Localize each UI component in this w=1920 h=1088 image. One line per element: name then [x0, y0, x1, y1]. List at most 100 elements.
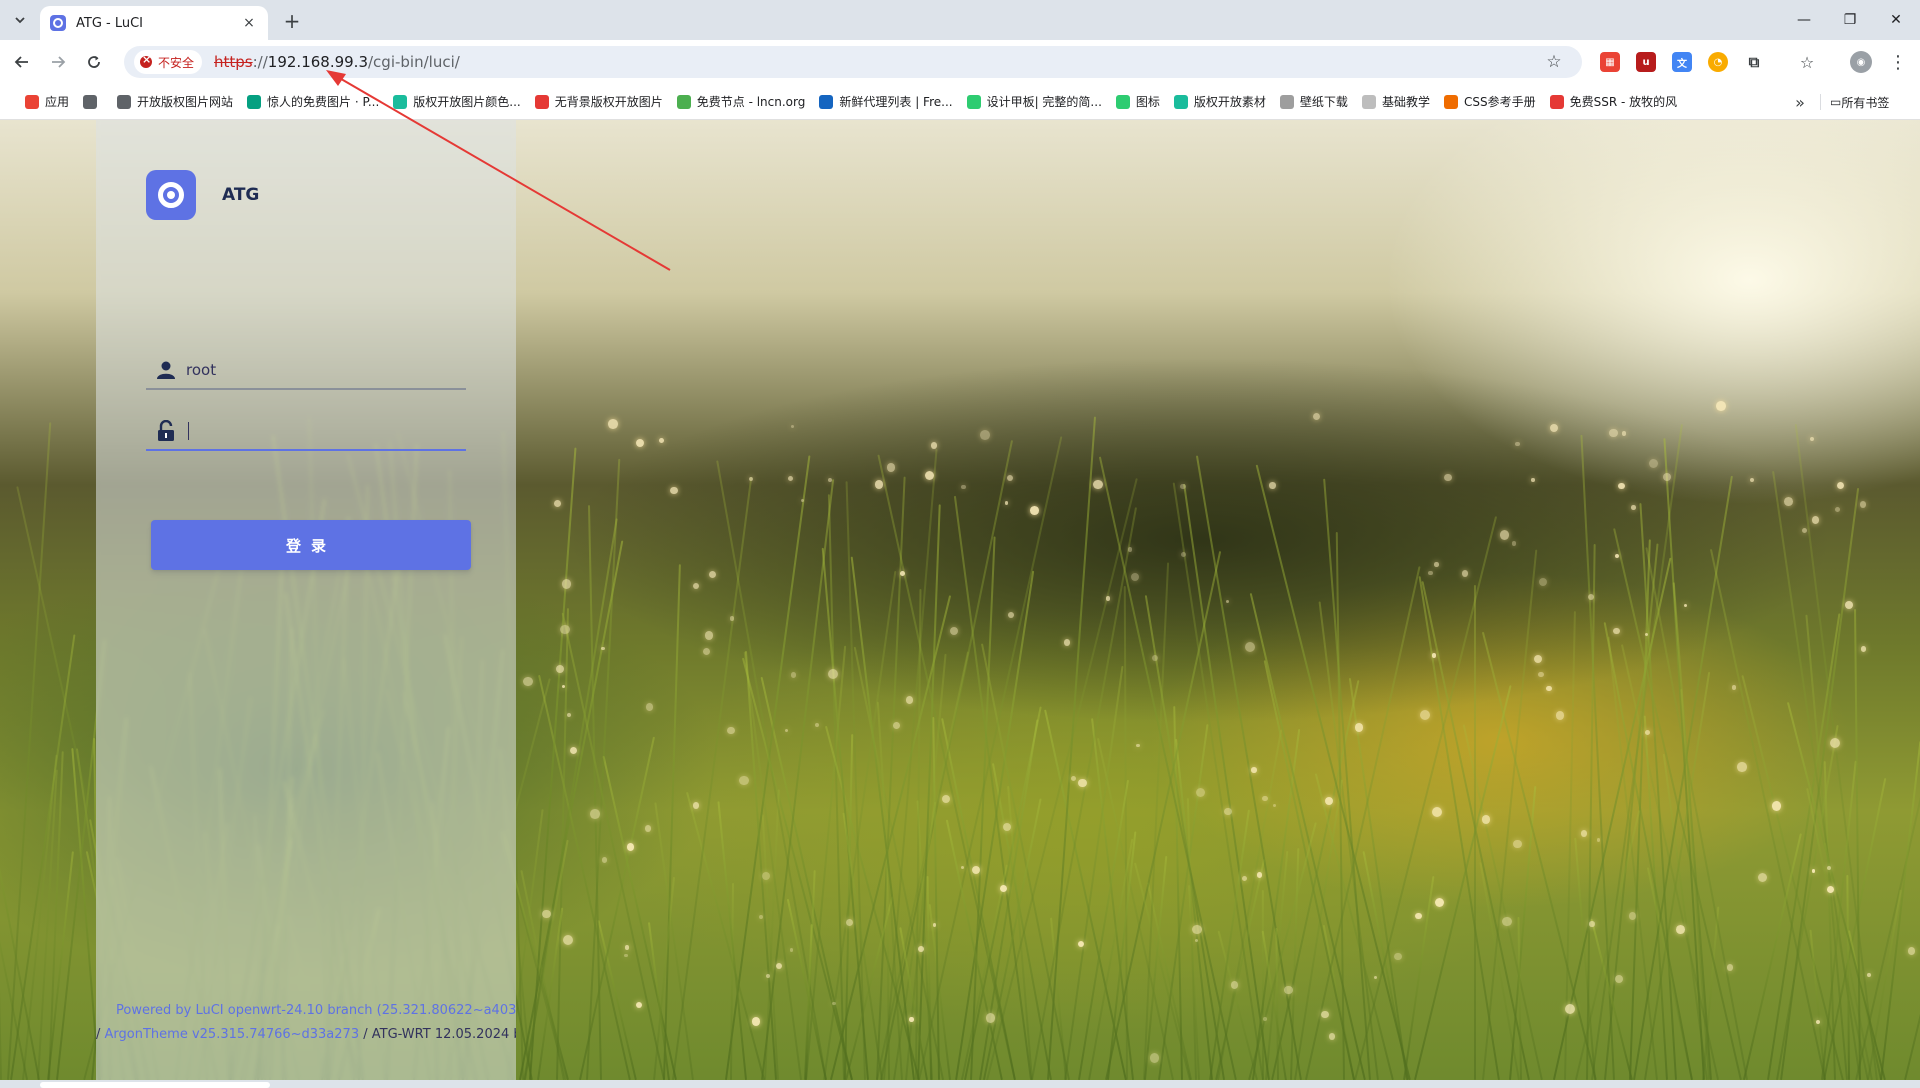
grass-blade: [1474, 585, 1477, 1080]
dew-drop: [1151, 655, 1158, 662]
dew-drop: [1546, 685, 1552, 692]
all-bookmarks-button[interactable]: ▭ 所有书签: [1830, 88, 1889, 116]
dew-drop: [1105, 596, 1111, 601]
extension-clock-icon[interactable]: ◔: [1708, 52, 1728, 72]
more-menu-icon[interactable]: ⋮: [1886, 50, 1910, 74]
password-field[interactable]: [146, 413, 466, 451]
dew-drop: [635, 1002, 643, 1009]
dew-drop: [1093, 479, 1103, 489]
extension-red-icon[interactable]: ▦: [1600, 52, 1620, 72]
extensions-puzzle-icon[interactable]: ⧉: [1744, 52, 1764, 72]
dew-drop: [1461, 570, 1469, 577]
grass-blade: [1879, 741, 1920, 1080]
bookmarks-divider: [1820, 94, 1821, 110]
grid-icon: [83, 94, 98, 109]
dew-drop: [658, 438, 664, 444]
dew-drop: [1621, 431, 1626, 436]
dew-drop: [827, 668, 838, 679]
dew-drop: [905, 696, 914, 704]
dew-drop: [751, 1017, 761, 1026]
bookmark-item[interactable]: 壁纸下载: [1273, 88, 1355, 116]
dew-drop: [1225, 599, 1229, 603]
luci-powered-link[interactable]: Powered by LuCI openwrt-24.10 branch (25…: [96, 1003, 516, 1018]
dew-drop: [1256, 872, 1263, 878]
dew-drop: [1539, 577, 1548, 587]
url-scheme: https: [214, 53, 253, 71]
dew-drop: [1431, 653, 1437, 659]
bookmark-label: 应用: [45, 95, 70, 109]
bookmark-item[interactable]: 设计甲板| 完整的简...: [960, 88, 1109, 116]
dew-drop: [980, 430, 990, 441]
profile-avatar[interactable]: ◉: [1850, 51, 1872, 73]
dew-drop: [1078, 778, 1087, 788]
argon-theme-link[interactable]: ArgonTheme v25.315.74766~d33a273: [105, 1027, 360, 1042]
new-tab-button[interactable]: +: [280, 9, 304, 33]
dew-drop: [1354, 722, 1364, 732]
bookmark-item[interactable]: CSS参考手册: [1437, 88, 1543, 116]
dew-drop: [644, 825, 652, 833]
username-field[interactable]: [146, 352, 466, 390]
bookmark-star-icon[interactable]: ☆: [1542, 50, 1566, 74]
dew-drop: [1783, 496, 1793, 506]
dew-drop: [554, 499, 562, 507]
dew-drop: [738, 775, 749, 786]
dew-drop: [562, 934, 573, 945]
bookmark-item[interactable]: 免费节点 - lncn.org: [670, 88, 813, 116]
dew-drop: [1415, 912, 1422, 919]
dew-drop: [1750, 477, 1755, 482]
dew-drop: [931, 442, 938, 449]
bookmark-label: 新鲜代理列表 | Fre...: [839, 95, 953, 109]
window-close-button[interactable]: ✕: [1874, 0, 1918, 40]
reading-list-icon[interactable]: ☆: [1797, 52, 1817, 72]
unlock-icon: [146, 420, 186, 442]
dew-drop: [1192, 924, 1202, 935]
dew-drop: [1716, 401, 1727, 412]
dew-drop: [1645, 729, 1651, 735]
restore-button[interactable]: ❐: [1828, 0, 1872, 40]
bookmark-item[interactable]: 版权开放素材: [1167, 88, 1273, 116]
password-input[interactable]: [189, 416, 466, 446]
bookmark-item[interactable]: 新鲜代理列表 | Fre...: [812, 88, 959, 116]
bookmark-item[interactable]: 免费SSR - 放牧的风: [1543, 88, 1685, 116]
url-host: 192.168.99.3: [267, 53, 368, 71]
not-secure-badge[interactable]: 不安全: [134, 50, 203, 74]
login-button[interactable]: 登录: [151, 520, 471, 570]
bookmark-item[interactable]: 惊人的免费图片 · P...: [240, 88, 386, 116]
bookmark-label: 图标: [1135, 95, 1160, 109]
translate-icon[interactable]: 文: [1672, 52, 1692, 72]
dew-drop: [1077, 940, 1084, 947]
dew-drop: [1757, 872, 1767, 882]
dew-drop: [1428, 570, 1433, 576]
dew-drop: [1002, 822, 1011, 831]
url-text[interactable]: https://192.168.99.3/cgi-bin/luci/: [214, 53, 460, 71]
d-icon: [966, 94, 981, 109]
dew-drop: [1499, 529, 1510, 540]
back-arrow-icon[interactable]: [8, 48, 36, 76]
bookmark-item[interactable]: 图标: [1109, 88, 1167, 116]
bookmark-item[interactable]: 无背景版权开放图片: [528, 88, 670, 116]
dew-drop: [608, 419, 618, 429]
username-input[interactable]: [186, 355, 466, 385]
address-bar[interactable]: 不安全 https://192.168.99.3/cgi-bin/luci/ ☆: [124, 46, 1582, 78]
dew-drop: [775, 962, 782, 969]
forward-arrow-icon[interactable]: [44, 48, 72, 76]
dew-drop: [601, 857, 607, 863]
dew-drop: [670, 486, 678, 495]
bookmarks-overflow-button[interactable]: »: [1786, 88, 1814, 116]
dew-drop: [1830, 737, 1840, 748]
reload-icon[interactable]: [80, 48, 108, 76]
tab-close-icon[interactable]: ×: [240, 14, 258, 32]
bookmark-item[interactable]: [76, 88, 110, 116]
minimize-button[interactable]: —: [1782, 0, 1826, 40]
browser-tab[interactable]: ATG - LuCI ×: [40, 6, 268, 40]
bookmark-item[interactable]: 应用: [18, 88, 76, 116]
bookmark-item[interactable]: 开放版权图片网站: [110, 88, 240, 116]
tab-search-icon[interactable]: [8, 8, 32, 32]
dew-drop: [1000, 885, 1007, 893]
dew-drop: [1008, 611, 1014, 618]
argon-logo-icon: [146, 170, 196, 220]
bookmark-item[interactable]: 版权开放图片颜色...: [386, 88, 527, 116]
dew-drop: [1263, 1017, 1268, 1022]
bookmark-item[interactable]: 基础教学: [1355, 88, 1437, 116]
ublock-icon[interactable]: u: [1636, 52, 1656, 72]
